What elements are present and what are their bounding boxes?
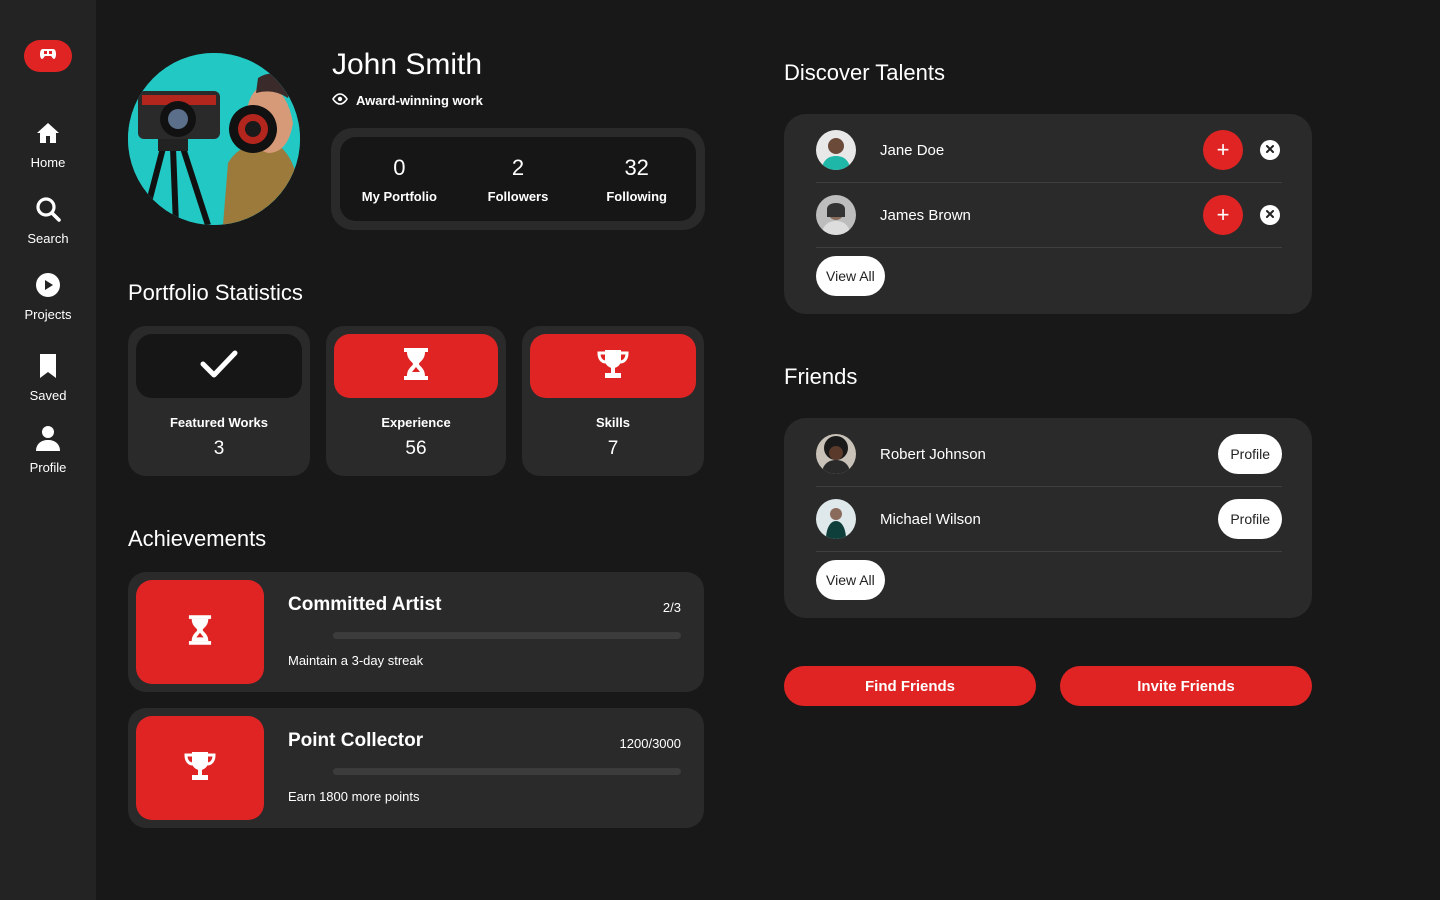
friends-panel: Robert Johnson Profile Michael Wilson Pr… <box>784 418 1312 618</box>
app-logo[interactable] <box>24 40 72 72</box>
eye-icon <box>332 93 348 108</box>
stat-card-label: Skills <box>596 415 630 430</box>
dismiss-button[interactable] <box>1260 140 1280 160</box>
stat-card-icon-wrap <box>530 334 696 398</box>
tagline-text: Award-winning work <box>356 93 483 108</box>
achievement-committed-artist[interactable]: Committed Artist 2/3 Maintain a 3-day st… <box>128 572 704 692</box>
sidebar-item-saved[interactable]: Saved <box>0 353 96 403</box>
sidebar: Home Search Projects Saved Profile <box>0 0 96 900</box>
achievement-progress-bar <box>333 768 681 775</box>
game-controller-icon <box>40 47 56 65</box>
avatar[interactable] <box>816 130 856 170</box>
achievement-count: 1200/3000 <box>619 736 681 751</box>
list-item: Michael Wilson Profile <box>816 487 1282 552</box>
stat-followers[interactable]: 2 Followers <box>459 137 578 221</box>
hourglass-icon <box>403 347 429 386</box>
stat-card-label: Featured Works <box>169 415 268 430</box>
discover-talents-title: Discover Talents <box>784 60 945 85</box>
home-icon <box>35 120 61 151</box>
sidebar-item-profile[interactable]: Profile <box>0 425 96 475</box>
stat-label: Following <box>606 188 667 204</box>
stat-value: 0 <box>393 154 406 180</box>
invite-friends-button[interactable]: Invite Friends <box>1060 666 1312 706</box>
achievement-icon-wrap <box>136 580 264 684</box>
avatar[interactable] <box>816 195 856 235</box>
person-name: James Brown <box>880 206 971 224</box>
stat-card-value: 7 <box>607 438 619 459</box>
achievement-description: Earn 1800 more points <box>288 789 420 804</box>
view-profile-button[interactable]: Profile <box>1218 434 1282 474</box>
add-talent-button[interactable]: + <box>1203 195 1243 235</box>
avatar[interactable] <box>816 499 856 539</box>
stat-card-experience[interactable]: Experience 56 <box>326 326 506 476</box>
stat-card-value: 56 <box>405 438 427 459</box>
achievement-point-collector[interactable]: Point Collector 1200/3000 Earn 1800 more… <box>128 708 704 828</box>
sidebar-item-projects[interactable]: Projects <box>0 272 96 322</box>
achievement-title: Point Collector <box>288 730 424 751</box>
stat-value: 2 <box>511 154 525 180</box>
stat-value: 32 <box>624 154 649 180</box>
discover-talents-panel: Jane Doe + James Brown + View All <box>784 114 1312 314</box>
sidebar-item-label: Profile <box>29 460 67 475</box>
profile-tagline: Award-winning work <box>332 93 483 108</box>
list-item: James Brown + <box>816 183 1282 248</box>
add-talent-button[interactable]: + <box>1203 130 1243 170</box>
close-icon <box>1265 141 1275 159</box>
person-name: Robert Johnson <box>880 445 986 463</box>
achievements-title: Achievements <box>128 526 267 551</box>
list-item: Robert Johnson Profile <box>816 422 1282 487</box>
view-profile-button[interactable]: Profile <box>1218 499 1282 539</box>
hourglass-icon <box>188 614 212 651</box>
sidebar-item-label: Search <box>27 231 69 246</box>
stat-card-skills[interactable]: Skills 7 <box>522 326 704 476</box>
stat-card-featured-works[interactable]: Featured Works 3 <box>128 326 310 476</box>
person-name: Jane Doe <box>880 141 945 159</box>
sidebar-item-label: Saved <box>29 388 67 403</box>
list-item: Jane Doe + <box>816 118 1282 183</box>
user-name: John Smith <box>332 48 483 81</box>
find-friends-button[interactable]: Find Friends <box>784 666 1036 706</box>
dismiss-button[interactable] <box>1260 205 1280 225</box>
achievement-icon-wrap <box>136 716 264 820</box>
sidebar-item-home[interactable]: Home <box>0 120 96 170</box>
stat-label: My Portfolio <box>361 188 437 204</box>
search-icon <box>35 196 61 227</box>
stat-card-icon-wrap <box>136 334 302 398</box>
sidebar-item-label: Home <box>30 155 66 170</box>
achievement-count: 2/3 <box>662 600 681 615</box>
stat-card-value: 3 <box>213 438 225 459</box>
friends-title: Friends <box>784 364 858 389</box>
portfolio-statistics-title: Portfolio Statistics <box>128 280 303 305</box>
profile-stats: 0 My Portfolio 2 Followers 32 Following <box>331 128 705 230</box>
profile-stats-inner: 0 My Portfolio 2 Followers 32 Following <box>340 137 696 221</box>
person-name: Michael Wilson <box>880 510 981 528</box>
achievement-title: Committed Artist <box>288 594 442 615</box>
stat-label: Followers <box>487 188 549 204</box>
trophy-icon <box>596 348 630 385</box>
achievement-description: Maintain a 3-day streak <box>288 653 424 668</box>
avatar[interactable] <box>816 434 856 474</box>
play-icon <box>35 272 61 303</box>
view-all-friends-button[interactable]: View All <box>816 560 885 600</box>
checkmark-icon <box>200 349 238 384</box>
close-icon <box>1265 206 1275 224</box>
stat-card-label: Experience <box>381 415 451 430</box>
sidebar-item-label: Projects <box>24 307 72 322</box>
person-icon <box>35 425 61 456</box>
stat-portfolio[interactable]: 0 My Portfolio <box>340 137 459 221</box>
bookmark-icon <box>35 353 61 384</box>
view-all-talents-button[interactable]: View All <box>816 256 885 296</box>
stat-card-icon-wrap <box>334 334 498 398</box>
trophy-icon <box>183 750 217 787</box>
sidebar-item-search[interactable]: Search <box>0 196 96 246</box>
profile-avatar <box>128 53 300 225</box>
stat-following[interactable]: 32 Following <box>577 137 696 221</box>
achievement-progress-bar <box>333 632 681 639</box>
